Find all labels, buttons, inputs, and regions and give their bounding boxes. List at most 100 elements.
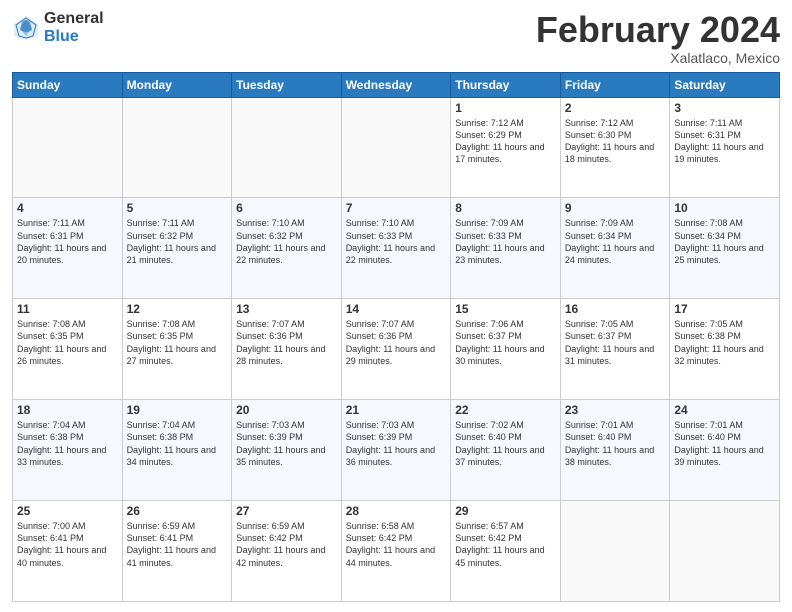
table-row: 13 Sunrise: 7:07 AM Sunset: 6:36 PM Dayli…	[232, 299, 342, 400]
day-number: 6	[236, 201, 337, 215]
table-row: 2 Sunrise: 7:12 AM Sunset: 6:30 PM Daylig…	[560, 97, 670, 198]
day-info: Sunrise: 7:01 AM Sunset: 6:40 PM Dayligh…	[565, 419, 666, 468]
logo-general-text: General	[44, 10, 104, 28]
table-row: 17 Sunrise: 7:05 AM Sunset: 6:38 PM Dayli…	[670, 299, 780, 400]
page: General Blue February 2024 Xalatlaco, Me…	[0, 0, 792, 612]
day-info: Sunrise: 7:09 AM Sunset: 6:34 PM Dayligh…	[565, 217, 666, 266]
day-number: 21	[346, 403, 447, 417]
table-row	[13, 97, 123, 198]
table-row: 22 Sunrise: 7:02 AM Sunset: 6:40 PM Dayli…	[451, 400, 561, 501]
day-number: 16	[565, 302, 666, 316]
table-row: 5 Sunrise: 7:11 AM Sunset: 6:32 PM Daylig…	[122, 198, 232, 299]
day-number: 23	[565, 403, 666, 417]
day-info: Sunrise: 7:07 AM Sunset: 6:36 PM Dayligh…	[346, 318, 447, 367]
col-sunday: Sunday	[13, 72, 123, 97]
subtitle: Xalatlaco, Mexico	[536, 50, 780, 66]
day-number: 28	[346, 504, 447, 518]
table-row: 4 Sunrise: 7:11 AM Sunset: 6:31 PM Daylig…	[13, 198, 123, 299]
table-row: 18 Sunrise: 7:04 AM Sunset: 6:38 PM Dayli…	[13, 400, 123, 501]
day-number: 12	[127, 302, 228, 316]
day-info: Sunrise: 7:03 AM Sunset: 6:39 PM Dayligh…	[346, 419, 447, 468]
day-info: Sunrise: 6:59 AM Sunset: 6:42 PM Dayligh…	[236, 520, 337, 569]
table-row	[341, 97, 451, 198]
table-row	[560, 501, 670, 602]
day-info: Sunrise: 7:10 AM Sunset: 6:32 PM Dayligh…	[236, 217, 337, 266]
table-row: 16 Sunrise: 7:05 AM Sunset: 6:37 PM Dayli…	[560, 299, 670, 400]
table-row	[122, 97, 232, 198]
table-row: 6 Sunrise: 7:10 AM Sunset: 6:32 PM Daylig…	[232, 198, 342, 299]
day-number: 22	[455, 403, 556, 417]
day-number: 15	[455, 302, 556, 316]
table-row	[232, 97, 342, 198]
table-row: 21 Sunrise: 7:03 AM Sunset: 6:39 PM Dayli…	[341, 400, 451, 501]
day-info: Sunrise: 7:11 AM Sunset: 6:31 PM Dayligh…	[17, 217, 118, 266]
logo-icon	[12, 14, 40, 42]
day-number: 9	[565, 201, 666, 215]
calendar-week-2: 4 Sunrise: 7:11 AM Sunset: 6:31 PM Daylig…	[13, 198, 780, 299]
day-info: Sunrise: 6:57 AM Sunset: 6:42 PM Dayligh…	[455, 520, 556, 569]
table-row: 27 Sunrise: 6:59 AM Sunset: 6:42 PM Dayli…	[232, 501, 342, 602]
day-number: 29	[455, 504, 556, 518]
day-number: 20	[236, 403, 337, 417]
table-row: 10Sunrise: 7:08 AM Sunset: 6:34 PM Dayli…	[670, 198, 780, 299]
table-row: 20Sunrise: 7:03 AM Sunset: 6:39 PM Dayli…	[232, 400, 342, 501]
day-info: Sunrise: 7:12 AM Sunset: 6:30 PM Dayligh…	[565, 117, 666, 166]
table-row: 12 Sunrise: 7:08 AM Sunset: 6:35 PM Dayli…	[122, 299, 232, 400]
day-info: Sunrise: 6:58 AM Sunset: 6:42 PM Dayligh…	[346, 520, 447, 569]
day-number: 13	[236, 302, 337, 316]
day-number: 11	[17, 302, 118, 316]
day-number: 2	[565, 101, 666, 115]
table-row: 28 Sunrise: 6:58 AM Sunset: 6:42 PM Dayli…	[341, 501, 451, 602]
table-row: 26Sunrise: 6:59 AM Sunset: 6:41 PM Dayli…	[122, 501, 232, 602]
day-number: 4	[17, 201, 118, 215]
day-info: Sunrise: 7:08 AM Sunset: 6:34 PM Dayligh…	[674, 217, 775, 266]
calendar-week-1: 1 Sunrise: 7:12 AM Sunset: 6:29 PM Daylig…	[13, 97, 780, 198]
day-info: Sunrise: 7:07 AM Sunset: 6:36 PM Dayligh…	[236, 318, 337, 367]
day-number: 26	[127, 504, 228, 518]
day-info: Sunrise: 7:11 AM Sunset: 6:31 PM Dayligh…	[674, 117, 775, 166]
table-row: 11Sunrise: 7:08 AM Sunset: 6:35 PM Dayli…	[13, 299, 123, 400]
table-row: 9 Sunrise: 7:09 AM Sunset: 6:34 PM Daylig…	[560, 198, 670, 299]
table-row: 14Sunrise: 7:07 AM Sunset: 6:36 PM Dayli…	[341, 299, 451, 400]
logo-text: General Blue	[44, 10, 104, 45]
day-number: 7	[346, 201, 447, 215]
table-row: 19Sunrise: 7:04 AM Sunset: 6:38 PM Dayli…	[122, 400, 232, 501]
day-info: Sunrise: 7:05 AM Sunset: 6:37 PM Dayligh…	[565, 318, 666, 367]
logo: General Blue	[12, 10, 104, 45]
table-row: 7 Sunrise: 7:10 AM Sunset: 6:33 PM Daylig…	[341, 198, 451, 299]
table-row: 23 Sunrise: 7:01 AM Sunset: 6:40 PM Dayli…	[560, 400, 670, 501]
col-saturday: Saturday	[670, 72, 780, 97]
day-info: Sunrise: 7:01 AM Sunset: 6:40 PM Dayligh…	[674, 419, 775, 468]
day-info: Sunrise: 7:05 AM Sunset: 6:38 PM Dayligh…	[674, 318, 775, 367]
day-info: Sunrise: 7:06 AM Sunset: 6:37 PM Dayligh…	[455, 318, 556, 367]
day-number: 17	[674, 302, 775, 316]
day-number: 1	[455, 101, 556, 115]
day-number: 27	[236, 504, 337, 518]
calendar-table: Sunday Monday Tuesday Wednesday Thursday…	[12, 72, 780, 602]
table-row: 24 Sunrise: 7:01 AM Sunset: 6:40 PM Dayli…	[670, 400, 780, 501]
calendar-week-4: 18 Sunrise: 7:04 AM Sunset: 6:38 PM Dayli…	[13, 400, 780, 501]
table-row: 25Sunrise: 7:00 AM Sunset: 6:41 PM Dayli…	[13, 501, 123, 602]
day-info: Sunrise: 7:12 AM Sunset: 6:29 PM Dayligh…	[455, 117, 556, 166]
day-number: 24	[674, 403, 775, 417]
day-number: 18	[17, 403, 118, 417]
header: General Blue February 2024 Xalatlaco, Me…	[12, 10, 780, 66]
day-info: Sunrise: 7:08 AM Sunset: 6:35 PM Dayligh…	[127, 318, 228, 367]
day-info: Sunrise: 7:04 AM Sunset: 6:38 PM Dayligh…	[17, 419, 118, 468]
day-info: Sunrise: 7:11 AM Sunset: 6:32 PM Dayligh…	[127, 217, 228, 266]
day-info: Sunrise: 7:02 AM Sunset: 6:40 PM Dayligh…	[455, 419, 556, 468]
col-thursday: Thursday	[451, 72, 561, 97]
day-info: Sunrise: 7:10 AM Sunset: 6:33 PM Dayligh…	[346, 217, 447, 266]
day-info: Sunrise: 7:00 AM Sunset: 6:41 PM Dayligh…	[17, 520, 118, 569]
day-number: 19	[127, 403, 228, 417]
calendar-week-5: 25Sunrise: 7:00 AM Sunset: 6:41 PM Dayli…	[13, 501, 780, 602]
calendar-week-3: 11 Sunrise: 7:08 AM Sunset: 6:35 PM Dayli…	[13, 299, 780, 400]
col-wednesday: Wednesday	[341, 72, 451, 97]
table-row: 3Sunrise: 7:11 AM Sunset: 6:31 PM Daylig…	[670, 97, 780, 198]
logo-blue-text: Blue	[44, 28, 104, 46]
table-row: 8 Sunrise: 7:09 AM Sunset: 6:33 PM Daylig…	[451, 198, 561, 299]
day-number: 8	[455, 201, 556, 215]
table-row: 1 Sunrise: 7:12 AM Sunset: 6:29 PM Daylig…	[451, 97, 561, 198]
day-info: Sunrise: 7:09 AM Sunset: 6:33 PM Dayligh…	[455, 217, 556, 266]
day-number: 5	[127, 201, 228, 215]
